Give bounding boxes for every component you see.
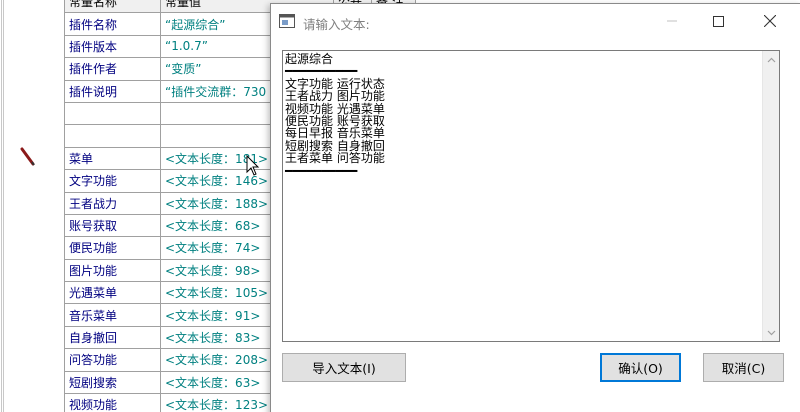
const-name-cell[interactable]: 自身撤回	[64, 325, 161, 350]
ok-button[interactable]: 确认(O)	[600, 353, 681, 382]
ide-window: 常量名称 常量值 公开 备 注 插件名称“起源综合”插件版本“1.0.7”插件作…	[0, 0, 800, 412]
scroll-down-button[interactable]	[763, 324, 779, 341]
mouse-cursor-icon	[246, 155, 260, 176]
const-name-cell[interactable]: 问答功能	[64, 348, 161, 372]
const-name-cell[interactable]: 菜单	[64, 146, 161, 171]
maximize-icon	[712, 15, 724, 27]
const-name-cell[interactable]: 插件作者	[64, 57, 161, 81]
gutter-line	[1, 0, 2, 412]
const-name-cell[interactable]: 光遇菜单	[64, 281, 161, 305]
scroll-up-button[interactable]	[763, 51, 779, 68]
cancel-button[interactable]: 取消(C)	[703, 353, 784, 382]
text-input-area[interactable]: 起源综合 ━━━━━━━━━━ 文字功能 运行状态 王者战力 图片功能 视频功能…	[282, 50, 780, 342]
const-name-cell[interactable]	[64, 101, 161, 126]
close-icon	[764, 15, 776, 27]
input-text-dialog: 请输入文本: 起源综合 ━━━━━━━━━━ 文字功能 运行状态 王者战力 图片…	[270, 3, 800, 412]
const-name-cell[interactable]: 插件名称	[64, 12, 161, 36]
const-name-cell[interactable]: 插件版本	[64, 34, 161, 59]
minimize-icon	[667, 20, 677, 22]
left-gutter	[0, 0, 64, 412]
maximize-button[interactable]	[695, 4, 741, 38]
chevron-down-icon	[767, 330, 776, 335]
chevron-up-icon	[767, 57, 776, 62]
dialog-titlebar[interactable]: 请输入文本:	[271, 4, 800, 38]
const-name-cell[interactable]: 音乐菜单	[64, 303, 161, 327]
import-text-button[interactable]: 导入文本(I)	[282, 353, 406, 382]
text-content[interactable]: 起源综合 ━━━━━━━━━━ 文字功能 运行状态 王者战力 图片功能 视频功能…	[285, 53, 755, 177]
minimize-button[interactable]	[649, 4, 695, 38]
const-name-cell[interactable]: 视频功能	[64, 393, 161, 412]
const-name-cell[interactable]: 插件说明	[64, 79, 161, 103]
close-button[interactable]	[747, 4, 793, 38]
const-name-cell[interactable]	[64, 124, 161, 148]
const-name-cell[interactable]: 账号获取	[64, 213, 161, 238]
window-icon	[279, 14, 295, 28]
const-name-cell[interactable]: 王者战力	[64, 191, 161, 215]
const-name-cell[interactable]: 便民功能	[64, 236, 161, 260]
vertical-scrollbar[interactable]	[762, 51, 779, 341]
const-name-cell[interactable]: 文字功能	[64, 169, 161, 193]
const-name-cell[interactable]: 图片功能	[64, 258, 161, 283]
gutter-line	[3, 0, 4, 412]
dialog-title: 请输入文本:	[303, 17, 370, 32]
header-const-name: 常量名称	[64, 0, 161, 14]
const-name-cell[interactable]: 短剧搜索	[64, 370, 161, 395]
pencil-icon	[20, 147, 35, 166]
